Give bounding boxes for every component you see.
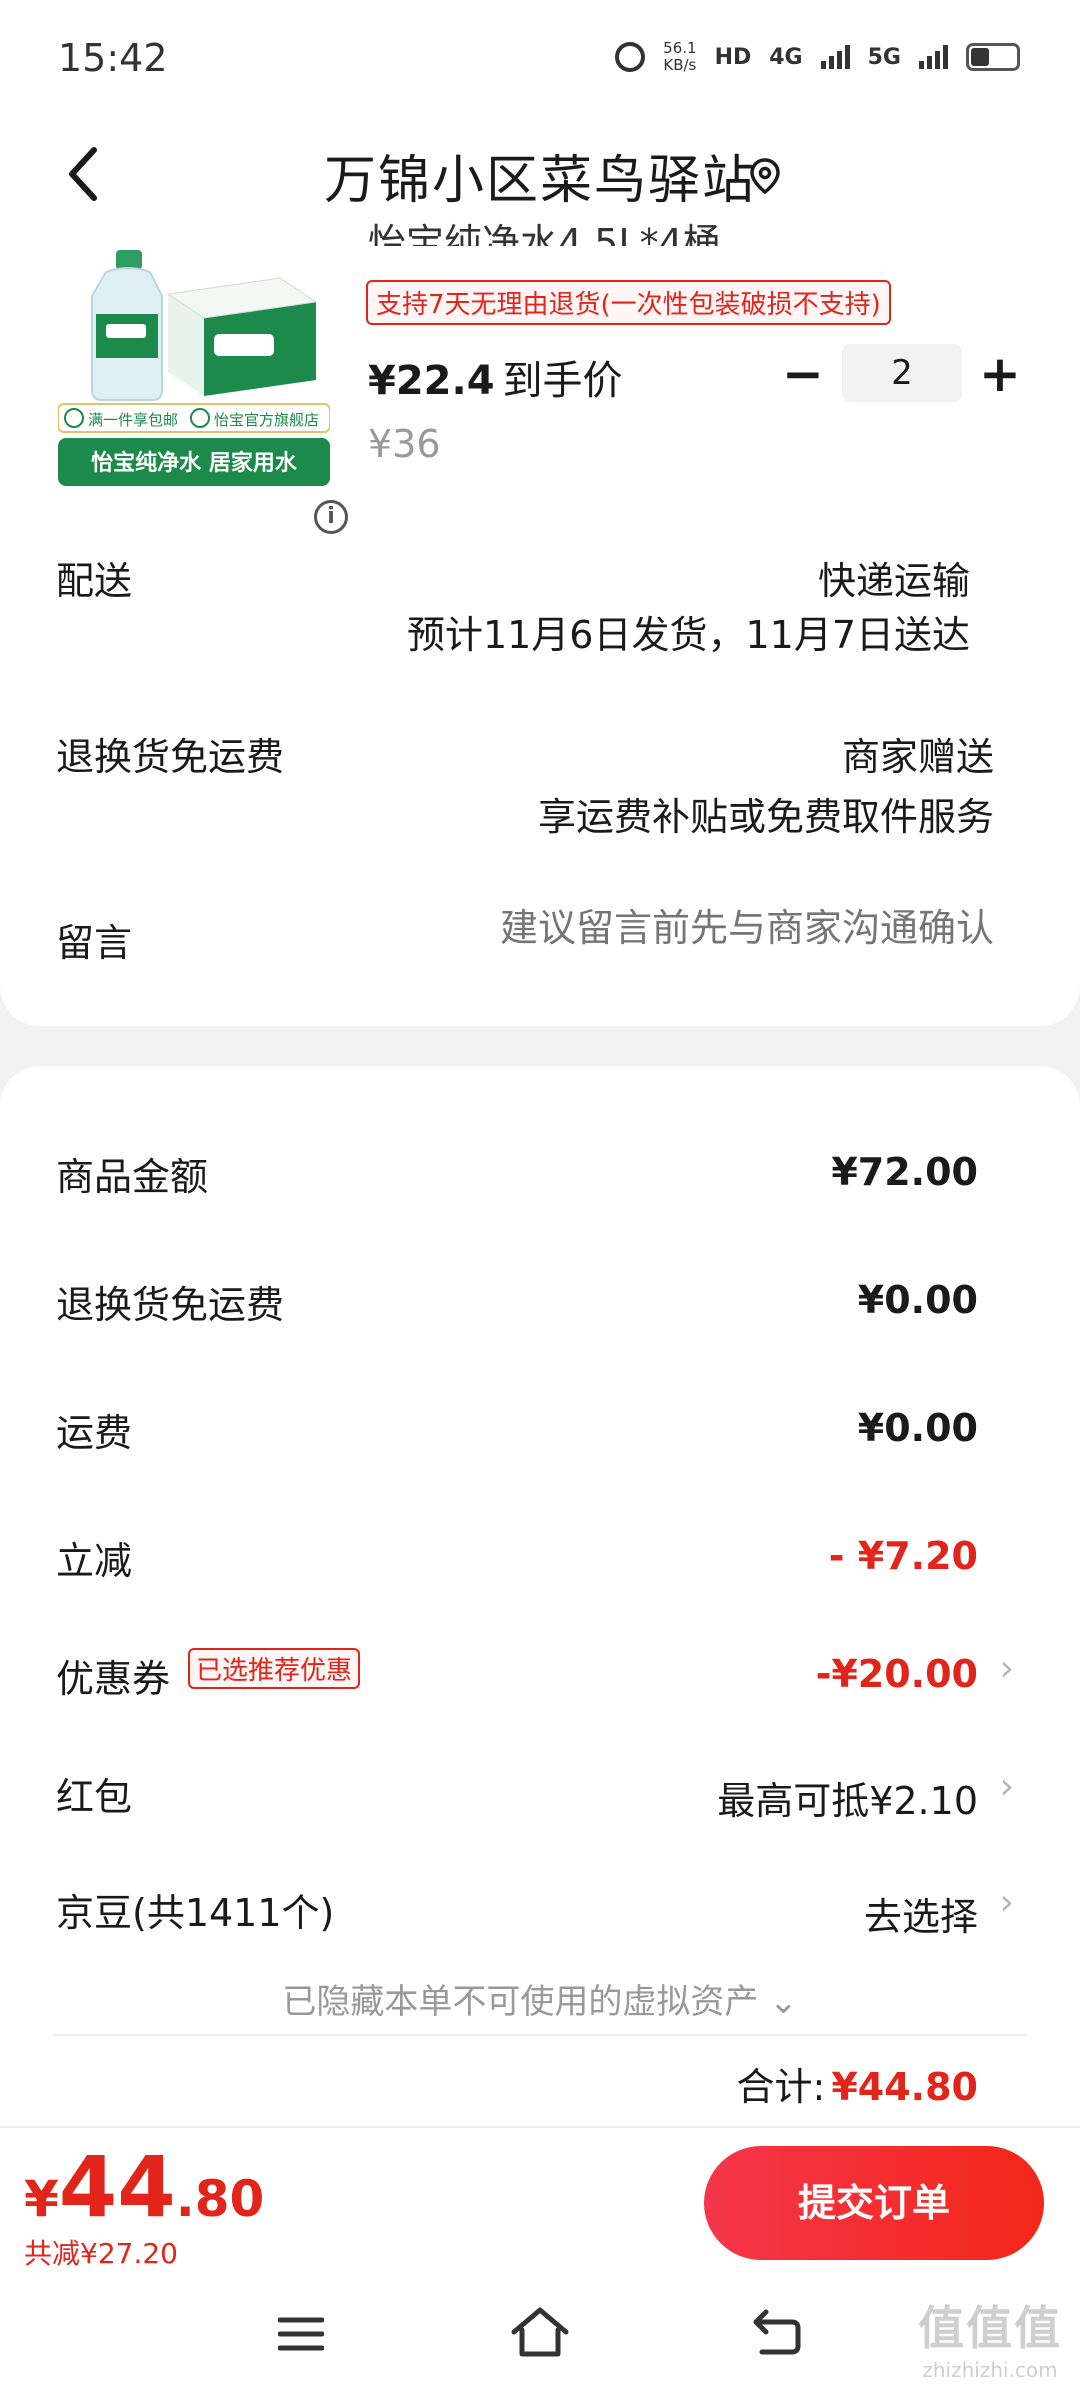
shipping-fee-label: 运费 xyxy=(56,1411,133,1455)
hd-icon: HD xyxy=(714,44,752,70)
message-input[interactable] xyxy=(394,906,994,950)
product-image[interactable]: 满一件享包邮 怡宝官方旗舰店 怡宝纯净水 居家用水 xyxy=(57,250,331,488)
return-fee-label: 退换货免运费 xyxy=(56,1283,285,1327)
water-bottle-image: 满一件享包邮 怡宝官方旗舰店 怡宝纯净水 居家用水 xyxy=(57,250,331,488)
goods-amount-value: ¥72.00 xyxy=(831,1150,978,1194)
shipping-fee-value: ¥0.00 xyxy=(857,1406,978,1450)
return-fee-value: ¥0.00 xyxy=(857,1278,978,1322)
status-time: 15:42 xyxy=(58,36,168,80)
image-tag-1: 满一件享包邮 xyxy=(88,411,178,429)
signal-4g-icon xyxy=(820,45,850,69)
red-packet-label[interactable]: 红包 xyxy=(56,1766,132,1821)
net-speed: 56.1 KB/s xyxy=(663,39,697,74)
discount-label: 立减 xyxy=(56,1539,133,1583)
jingdou-label[interactable]: 京豆(共1411个) xyxy=(56,1882,334,1937)
5g-label: 5G xyxy=(867,44,901,70)
quantity-decrease-button[interactable]: − xyxy=(782,344,824,404)
total-row: 合计: ¥44.80 xyxy=(736,2065,978,2109)
final-price: ¥22.4 到手价 xyxy=(368,358,623,404)
battery-icon xyxy=(966,43,1020,71)
price-summary-card: 商品金额 ¥72.00 退换货免运费 ¥0.00 运费 ¥0.00 立减 - ¥… xyxy=(0,1066,1080,2126)
delivery-method[interactable]: 快递运输 xyxy=(818,550,970,605)
hidden-assets-toggle[interactable]: 已隐藏本单不可使用的虚拟资产 ⌄ xyxy=(0,1974,1080,2023)
coupon-selected-tag: 已选推荐优惠 xyxy=(188,1648,361,1689)
menu-icon[interactable] xyxy=(278,2314,324,2354)
order-detail-card: 怡宝纯净水4.5L*4桶 满一件享包邮 怡宝官方旗舰店 怡宝纯净水 居家用水 支… xyxy=(0,221,1080,1026)
coupon-label[interactable]: 优惠券 xyxy=(56,1648,170,1703)
system-nav-bar: 值值值 zhizhizhi.com xyxy=(0,2276,1080,2400)
page-title: 万锦小区菜鸟驿站 xyxy=(323,151,756,211)
checkout-bar: ¥44.80 共减¥27.20 提交订单 xyxy=(0,2126,1080,2276)
delivery-estimate: 预计11月6日发货，11月7日送达 xyxy=(406,613,970,657)
image-label: 怡宝纯净水 居家用水 xyxy=(91,450,298,476)
red-packet-chevron-icon[interactable]: › xyxy=(1000,1766,1014,1807)
jingdou-value[interactable]: 去选择 xyxy=(864,1886,978,1941)
location-pin-icon[interactable] xyxy=(748,156,782,196)
pay-amount: ¥44.80 xyxy=(24,2138,265,2236)
original-price: ¥36 xyxy=(368,422,441,466)
quantity-field[interactable]: 2 xyxy=(842,344,962,402)
discount-value: - ¥7.20 xyxy=(828,1534,978,1578)
watermark: 值值值 zhizhizhi.com xyxy=(918,2301,1062,2382)
quantity-increase-button[interactable]: + xyxy=(978,344,1022,404)
divider xyxy=(54,2034,1026,2036)
coupon-value[interactable]: -¥20.00 xyxy=(816,1652,978,1696)
product-title: 怡宝纯净水4.5L*4桶 xyxy=(368,221,721,246)
total-saved: 共减¥27.20 xyxy=(24,2237,178,2270)
info-icon[interactable]: i xyxy=(314,500,348,534)
alarm-icon xyxy=(615,42,646,72)
submit-order-button[interactable]: 提交订单 xyxy=(704,2146,1044,2260)
4g-label: 4G xyxy=(769,44,803,70)
goods-amount-label: 商品金额 xyxy=(56,1155,209,1199)
status-icons: 56.1 KB/s HD 4G 5G xyxy=(615,40,1020,74)
delivery-label: 配送 xyxy=(56,559,133,603)
signal-5g-icon xyxy=(919,45,948,69)
return-shipping-value: 商家赠送 xyxy=(841,735,994,779)
message-label: 留言 xyxy=(56,921,133,965)
jingdou-chevron-icon[interactable]: › xyxy=(1000,1882,1014,1923)
home-icon[interactable] xyxy=(510,2304,570,2360)
back-nav-icon[interactable] xyxy=(752,2308,802,2356)
status-bar: 15:42 56.1 KB/s HD 4G 5G xyxy=(0,0,1080,120)
red-packet-value[interactable]: 最高可抵¥2.10 xyxy=(717,1770,978,1825)
image-tag-2: 怡宝官方旗舰店 xyxy=(214,411,319,429)
return-shipping-desc: 享运费补贴或免费取件服务 xyxy=(537,795,994,839)
coupon-chevron-icon[interactable]: › xyxy=(1000,1648,1014,1689)
return-policy-badge: 支持7天无理由退货(一次性包装破损不支持) xyxy=(366,280,891,325)
return-shipping-label: 退换货免运费 xyxy=(56,735,285,779)
